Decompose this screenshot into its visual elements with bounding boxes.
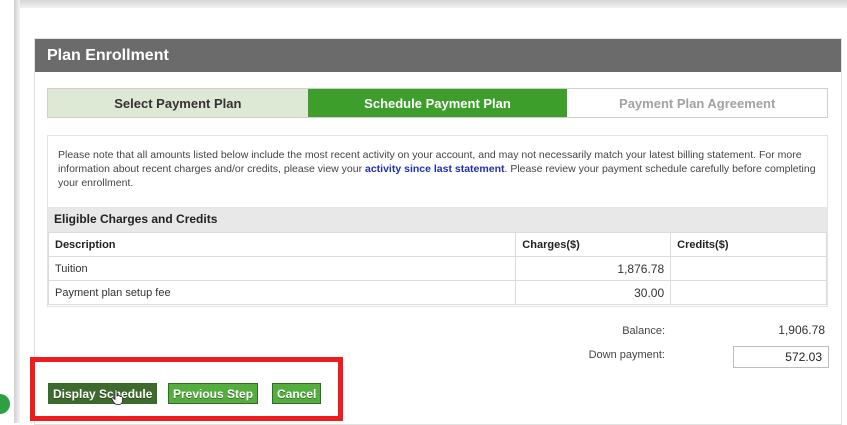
section-title: Eligible Charges and Credits — [48, 207, 827, 232]
cell-credits — [670, 280, 827, 305]
step-select-payment-plan[interactable]: Select Payment Plan — [48, 89, 308, 117]
charges-section: Please note that all amounts listed belo… — [47, 135, 828, 307]
highlight-box — [30, 357, 343, 421]
header-charges: Charges($) — [515, 232, 672, 257]
charges-table: Description Charges($) Credits($) Tuitio… — [47, 232, 827, 305]
table-header-row: Description Charges($) Credits($) — [47, 232, 827, 257]
table-row: Tuition 1,876.78 — [47, 256, 827, 281]
panel-title: Plan Enrollment — [35, 39, 841, 72]
window-frame-left — [14, 0, 20, 423]
header-description: Description — [47, 232, 517, 257]
notice-text: Please note that all amounts listed belo… — [48, 136, 827, 191]
cell-description: Tuition — [47, 256, 517, 281]
header-credits: Credits($) — [670, 232, 827, 257]
cell-charges: 1,876.78 — [515, 256, 672, 281]
hand-cursor-icon — [111, 389, 123, 405]
balance-label: Balance: — [622, 325, 665, 337]
table-row: Payment plan setup fee 30.00 — [47, 280, 827, 305]
cell-credits — [670, 256, 827, 281]
window-frame-top — [14, 0, 847, 8]
step-payment-plan-agreement: Payment Plan Agreement — [567, 89, 828, 117]
cell-description: Payment plan setup fee — [47, 280, 517, 305]
step-schedule-payment-plan: Schedule Payment Plan — [307, 89, 568, 117]
down-payment-field[interactable]: 572.03 — [733, 346, 829, 368]
step-indicator: Select Payment Plan Schedule Payment Pla… — [47, 88, 828, 118]
activity-since-last-statement-link[interactable]: activity since last statement — [365, 163, 504, 175]
cell-charges: 30.00 — [515, 280, 672, 305]
down-payment-label: Down payment: — [588, 349, 665, 361]
green-dot-icon — [0, 394, 10, 414]
balance-value: 1,906.78 — [778, 323, 825, 337]
